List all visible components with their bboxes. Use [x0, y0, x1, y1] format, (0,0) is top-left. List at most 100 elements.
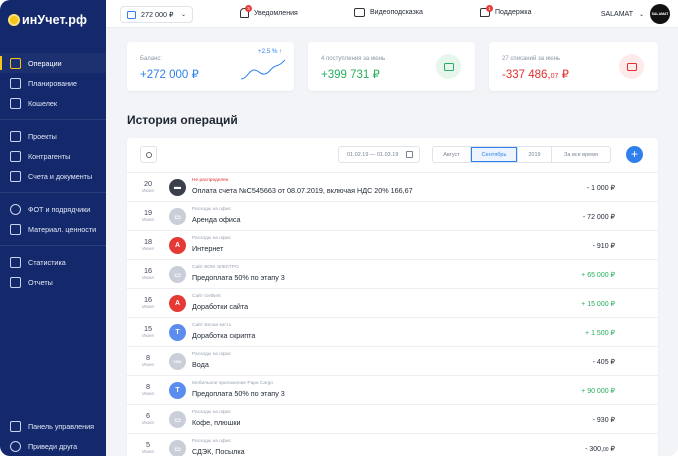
sidebar-item-materials[interactable]: Материал. ценности	[0, 219, 106, 239]
row-day: 19	[143, 208, 153, 217]
row-day: 18	[143, 237, 153, 246]
sidebar-item-invite-friend[interactable]: Приведи друга	[0, 436, 106, 456]
projects-icon	[10, 130, 21, 142]
ruble-icon	[10, 203, 21, 215]
table-row[interactable]: 20 Июня ▬ Не распределен Оплата счета №С5456…	[127, 172, 658, 201]
sidebar-item-label: Проекты	[28, 131, 57, 141]
table-row[interactable]: 16 Июня A Сайт GetBett Доработки сайта + 15 0…	[127, 288, 658, 317]
control-panel-icon	[10, 420, 21, 432]
add-operation-button[interactable]: +	[626, 146, 643, 163]
reports-icon	[10, 276, 21, 288]
sidebar-nav-bottom: Панель управления Приведи друга	[0, 416, 106, 456]
date-range-picker[interactable]: 01.02.19 — 01.03.19	[338, 146, 420, 163]
balance-caption: Баланс:	[140, 56, 163, 62]
expense-value: -337 486,07 ₽	[502, 67, 569, 81]
support-button[interactable]: 1 Поддержка	[480, 5, 532, 17]
table-row[interactable]: 8 Июня T Мобильное приложение Papa Cargo Пре…	[127, 375, 658, 404]
tab-august[interactable]: Август	[433, 147, 471, 162]
row-month: Июня	[142, 246, 154, 251]
amount-text: + 90 000 ₽	[581, 388, 615, 395]
row-month: Июня	[142, 333, 154, 338]
materials-icon	[10, 223, 21, 235]
chat-icon: 1	[480, 5, 493, 17]
date-range-value: 01.02.19 — 01.03.19	[347, 151, 399, 158]
row-title: СДЭК, Посылка	[192, 447, 245, 456]
income-value: +399 731 ₽	[321, 69, 380, 81]
counterparty-icon: ▭	[169, 266, 186, 283]
search-button[interactable]	[140, 146, 157, 163]
table-row[interactable]: 8 Июня VISA Расходы на офис Вода - 405 ₽	[127, 346, 658, 375]
amount-text: + 1 500 ₽	[585, 330, 615, 337]
row-category: Расходы на офис	[192, 207, 231, 212]
table-row[interactable]: 6 Июня ▭ Расходы на офис Кофе, плюшки - 930 ₽	[127, 404, 658, 433]
sidebar-item-documents[interactable]: Счета и документы	[0, 166, 106, 186]
row-amount: - 72 000 ₽	[583, 213, 615, 221]
history-title: История операций	[127, 113, 238, 127]
logo[interactable]: инУчет.рф	[0, 0, 106, 40]
row-title: Предоплата 50% по этапу 3	[192, 273, 285, 282]
sidebar-item-label: Отчеты	[28, 277, 53, 287]
sidebar-item-reports[interactable]: Отчеты	[0, 272, 106, 292]
sidebar-item-projects[interactable]: Проекты	[0, 126, 106, 146]
row-category: Расходы на офис	[192, 352, 231, 357]
sidebar-divider	[0, 192, 106, 193]
sidebar-item-statistics[interactable]: Статистика	[0, 252, 106, 272]
counterparty-icon: A	[169, 237, 186, 254]
row-title: Оплата счета №С545663 от 08.07.2019, вкл…	[192, 186, 413, 195]
row-day: 8	[145, 382, 151, 391]
balance-select[interactable]: 272 000 ₽ ⌄	[120, 6, 193, 23]
notifications-label: Уведомления	[254, 9, 298, 17]
search-icon	[145, 151, 152, 158]
row-category: Сайт GetBett	[192, 294, 221, 299]
row-day: 6	[145, 411, 151, 420]
table-row[interactable]: 5 Июня ▭ Расходы на офис СДЭК, Посылка - 300,…	[127, 433, 658, 456]
row-amount: + 65 000 ₽	[581, 271, 615, 279]
row-amount: - 300,00 ₽	[585, 445, 615, 453]
operations-list: 20 Июня ▬ Не распределен Оплата счета №С5456…	[127, 172, 658, 456]
amount-text: + 15 000 ₽	[581, 301, 615, 308]
row-title: Интернет	[192, 244, 224, 253]
sidebar-item-contractors[interactable]: Контрагенты	[0, 146, 106, 166]
counterparty-icon: A	[169, 295, 186, 312]
sidebar: инУчет.рф Операции Планирование Кошелек …	[0, 0, 106, 456]
row-amount: + 15 000 ₽	[581, 300, 615, 308]
tab-2019[interactable]: 2019	[518, 147, 552, 162]
row-category: Расходы на офис	[192, 439, 231, 444]
table-row[interactable]: 18 Июня A Расходы на офис Интернет - 910 ₽	[127, 230, 658, 259]
counterparty-icon: VISA	[169, 353, 186, 370]
calendar-icon	[406, 151, 413, 158]
amount-text: - 1 000 ₽	[586, 185, 615, 192]
income-card: 4 поступления за июнь +399 731 ₽	[308, 42, 475, 91]
balance-value: +272 000 ₽	[140, 69, 199, 81]
table-row[interactable]: 19 Июня ▭ Расходы на офис Аренда офиса - 72 0…	[127, 201, 658, 230]
sidebar-item-control-panel[interactable]: Панель управления	[0, 416, 106, 436]
user-icon	[10, 440, 21, 452]
video-hint-button[interactable]: Видеоподсказка	[354, 8, 423, 17]
tab-all-time[interactable]: За все время	[552, 147, 610, 162]
notifications-button[interactable]: 3 Уведомления	[240, 5, 298, 18]
amount-main: - 300,	[585, 446, 604, 453]
contractors-icon	[10, 150, 21, 162]
row-day: 20	[143, 179, 153, 188]
counterparty-icon: T	[169, 324, 186, 341]
income-icon	[436, 54, 461, 79]
counterparty-icon: ▬	[169, 179, 186, 196]
table-row[interactable]: 16 Июня ▭ Сайт ВОМ ЭЛЕКТРО Предоплата 50% по…	[127, 259, 658, 288]
row-day: 16	[143, 266, 153, 275]
row-amount: - 405 ₽	[593, 358, 615, 366]
tab-september[interactable]: Сентябрь	[471, 147, 518, 162]
sidebar-item-wallet[interactable]: Кошелек	[0, 93, 106, 113]
sidebar-item-planning[interactable]: Планирование	[0, 73, 106, 93]
operations-icon	[10, 57, 21, 69]
row-amount: + 1 500 ₽	[585, 329, 615, 337]
user-menu[interactable]: SALAMAT ⌄ SALAMAT	[601, 4, 670, 24]
row-month: Июня	[142, 217, 154, 222]
chevron-down-icon: ⌄	[180, 12, 186, 18]
sidebar-item-label: Статистика	[28, 257, 66, 267]
sidebar-item-payroll[interactable]: ФОТ и подрядчики	[0, 199, 106, 219]
row-day: 15	[143, 324, 153, 333]
table-row[interactable]: 15 Июня T Сайт Белая кисть Доработка скрипта…	[127, 317, 658, 346]
row-month: Июня	[142, 304, 154, 309]
logo-text: инУчет.рф	[22, 13, 88, 27]
sidebar-item-operations[interactable]: Операции	[0, 53, 106, 73]
